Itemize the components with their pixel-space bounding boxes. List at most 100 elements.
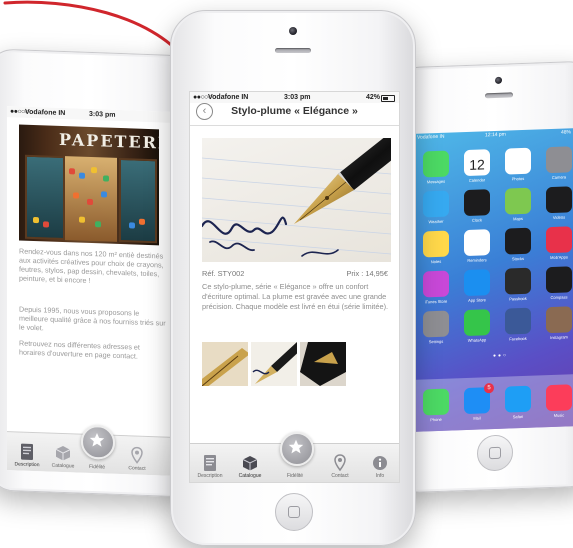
tab-info[interactable]: Info [362,454,398,479]
page-title: Stylo-plume « Elégance » [231,105,358,117]
map-pin-icon [334,454,346,472]
left-status-bar: ●●○○○ Vodafone IN 3:03 pm [7,106,183,124]
app-icon[interactable] [464,229,490,257]
map-pin-icon [131,446,143,464]
product-thumbnail[interactable] [300,342,346,386]
tab-label: Description [197,473,223,479]
tab-catalogue[interactable]: Catalogue [45,443,81,469]
tab-description[interactable]: Description [192,454,228,479]
tab-fidelite-button[interactable] [280,432,314,466]
box-icon [242,456,258,471]
app-icon[interactable] [505,307,531,335]
app-label: Notes [430,258,442,265]
app-label: Clock [471,217,482,223]
star-icon [288,439,304,454]
app-icon[interactable] [423,270,449,298]
product-price: Prix : 14,95€ [346,269,389,278]
app-icon[interactable] [423,310,449,338]
app-label: Passbook [509,295,527,302]
star-icon [89,433,105,447]
app-icon[interactable] [423,150,449,178]
product-thumbnail[interactable] [202,342,248,386]
notification-badge: 5 [484,383,494,394]
home-button[interactable] [275,493,313,531]
app-icon[interactable] [423,230,449,258]
tab-label: Description [14,461,40,469]
description-paragraph: Rendez-vous dans nos 120 m² entiè destin… [19,246,164,285]
store-window [119,157,157,244]
ios-status-bar: Vodafone IN 12:14 pm 48% [413,128,573,142]
app-label: Settings [428,338,444,345]
tab-fidelite-button[interactable] [81,424,115,460]
tab-label: Contact [331,473,349,479]
center-tab-bar: Description Catalogue Fidélité Contact I… [190,432,399,482]
app-icon[interactable] [505,187,531,215]
tab-label: Contact [128,465,146,472]
product-thumbnail[interactable] [251,342,297,386]
tab-fidelite[interactable]: Fidélité [277,473,313,479]
speaker [275,48,311,53]
battery-icon [381,95,395,102]
center-status-bar: ●●○○○ Vodafone IN 3:03 pm 42% [190,92,399,103]
home-button[interactable] [477,434,513,472]
page-dots: ●●○ [493,352,509,360]
app-icon[interactable] [464,189,490,217]
status-time: 3:03 pm [284,94,311,101]
status-carrier: Vodafone IN [417,133,445,141]
document-icon [21,443,33,460]
app-icon[interactable] [464,309,490,337]
calendar-date: 12 [469,156,485,173]
app-icon[interactable] [546,186,572,214]
app-label: Reminders [467,257,487,263]
document-icon [204,455,216,471]
speaker [485,92,513,99]
tab-contact[interactable]: Contact [119,446,155,472]
store-front-photo: PAPETERIE [19,124,159,246]
app-label: Stocks [511,255,524,262]
dock-app-icon[interactable]: 5 [464,383,494,415]
app-label: Phone [430,416,442,423]
description-paragraph: Depuis 1995, nous vous proposons le meil… [19,304,166,333]
dock-app-icon[interactable] [423,388,449,416]
tab-contact[interactable]: Contact [322,454,358,479]
product-ref: Réf. STY002 [202,269,245,278]
app-icon[interactable] [546,306,572,334]
dock-app-icon[interactable] [546,384,572,412]
center-phone: ●●○○○ Vodafone IN 3:03 pm 42% ‹ Stylo-pl… [170,10,416,546]
tab-description[interactable]: Description [9,442,45,468]
left-phone: ●●○○○ Vodafone IN 3:03 pm PAPETERIE Rend… [0,48,196,498]
app-label: App Store [468,297,486,303]
tab-label: Info [375,473,385,479]
app-label: Compass [550,294,568,301]
tab-fidelite[interactable]: Fidélité [79,464,115,471]
camera [495,76,502,84]
app-label: Music [553,412,565,418]
app-icon[interactable] [464,269,490,297]
app-label: Mail [473,415,481,421]
tab-label: Catalogue [238,473,262,479]
app-icon[interactable] [546,146,572,174]
dock-app-icon[interactable] [505,385,531,413]
app-icon[interactable] [546,266,572,294]
fountain-pen-illustration [202,138,391,257]
app-label: iTunes Store [424,298,448,305]
app-label: Instagram [550,334,568,341]
app-label: Facebook [509,335,527,342]
app-label: WhatsApp [467,337,487,343]
product-photo [202,138,391,262]
app-icon[interactable] [505,147,531,175]
app-icon[interactable] [546,226,572,254]
tab-catalogue[interactable]: Catalogue [232,454,268,479]
left-phone-screen: ●●○○○ Vodafone IN 3:03 pm PAPETERIE Rend… [7,106,183,477]
box-icon [55,446,71,461]
app-label: Maps [513,215,523,222]
app-icon[interactable] [505,267,531,295]
app-label: Calendar [468,177,486,183]
center-phone-screen: ●●○○○ Vodafone IN 3:03 pm 42% ‹ Stylo-pl… [189,91,400,483]
app-label: Safari [512,413,524,420]
tab-label: Fidélité [286,473,304,479]
info-icon [373,456,387,470]
app-icon[interactable] [423,190,449,218]
app-icon[interactable]: 12 [464,149,490,177]
app-icon[interactable] [505,227,531,255]
